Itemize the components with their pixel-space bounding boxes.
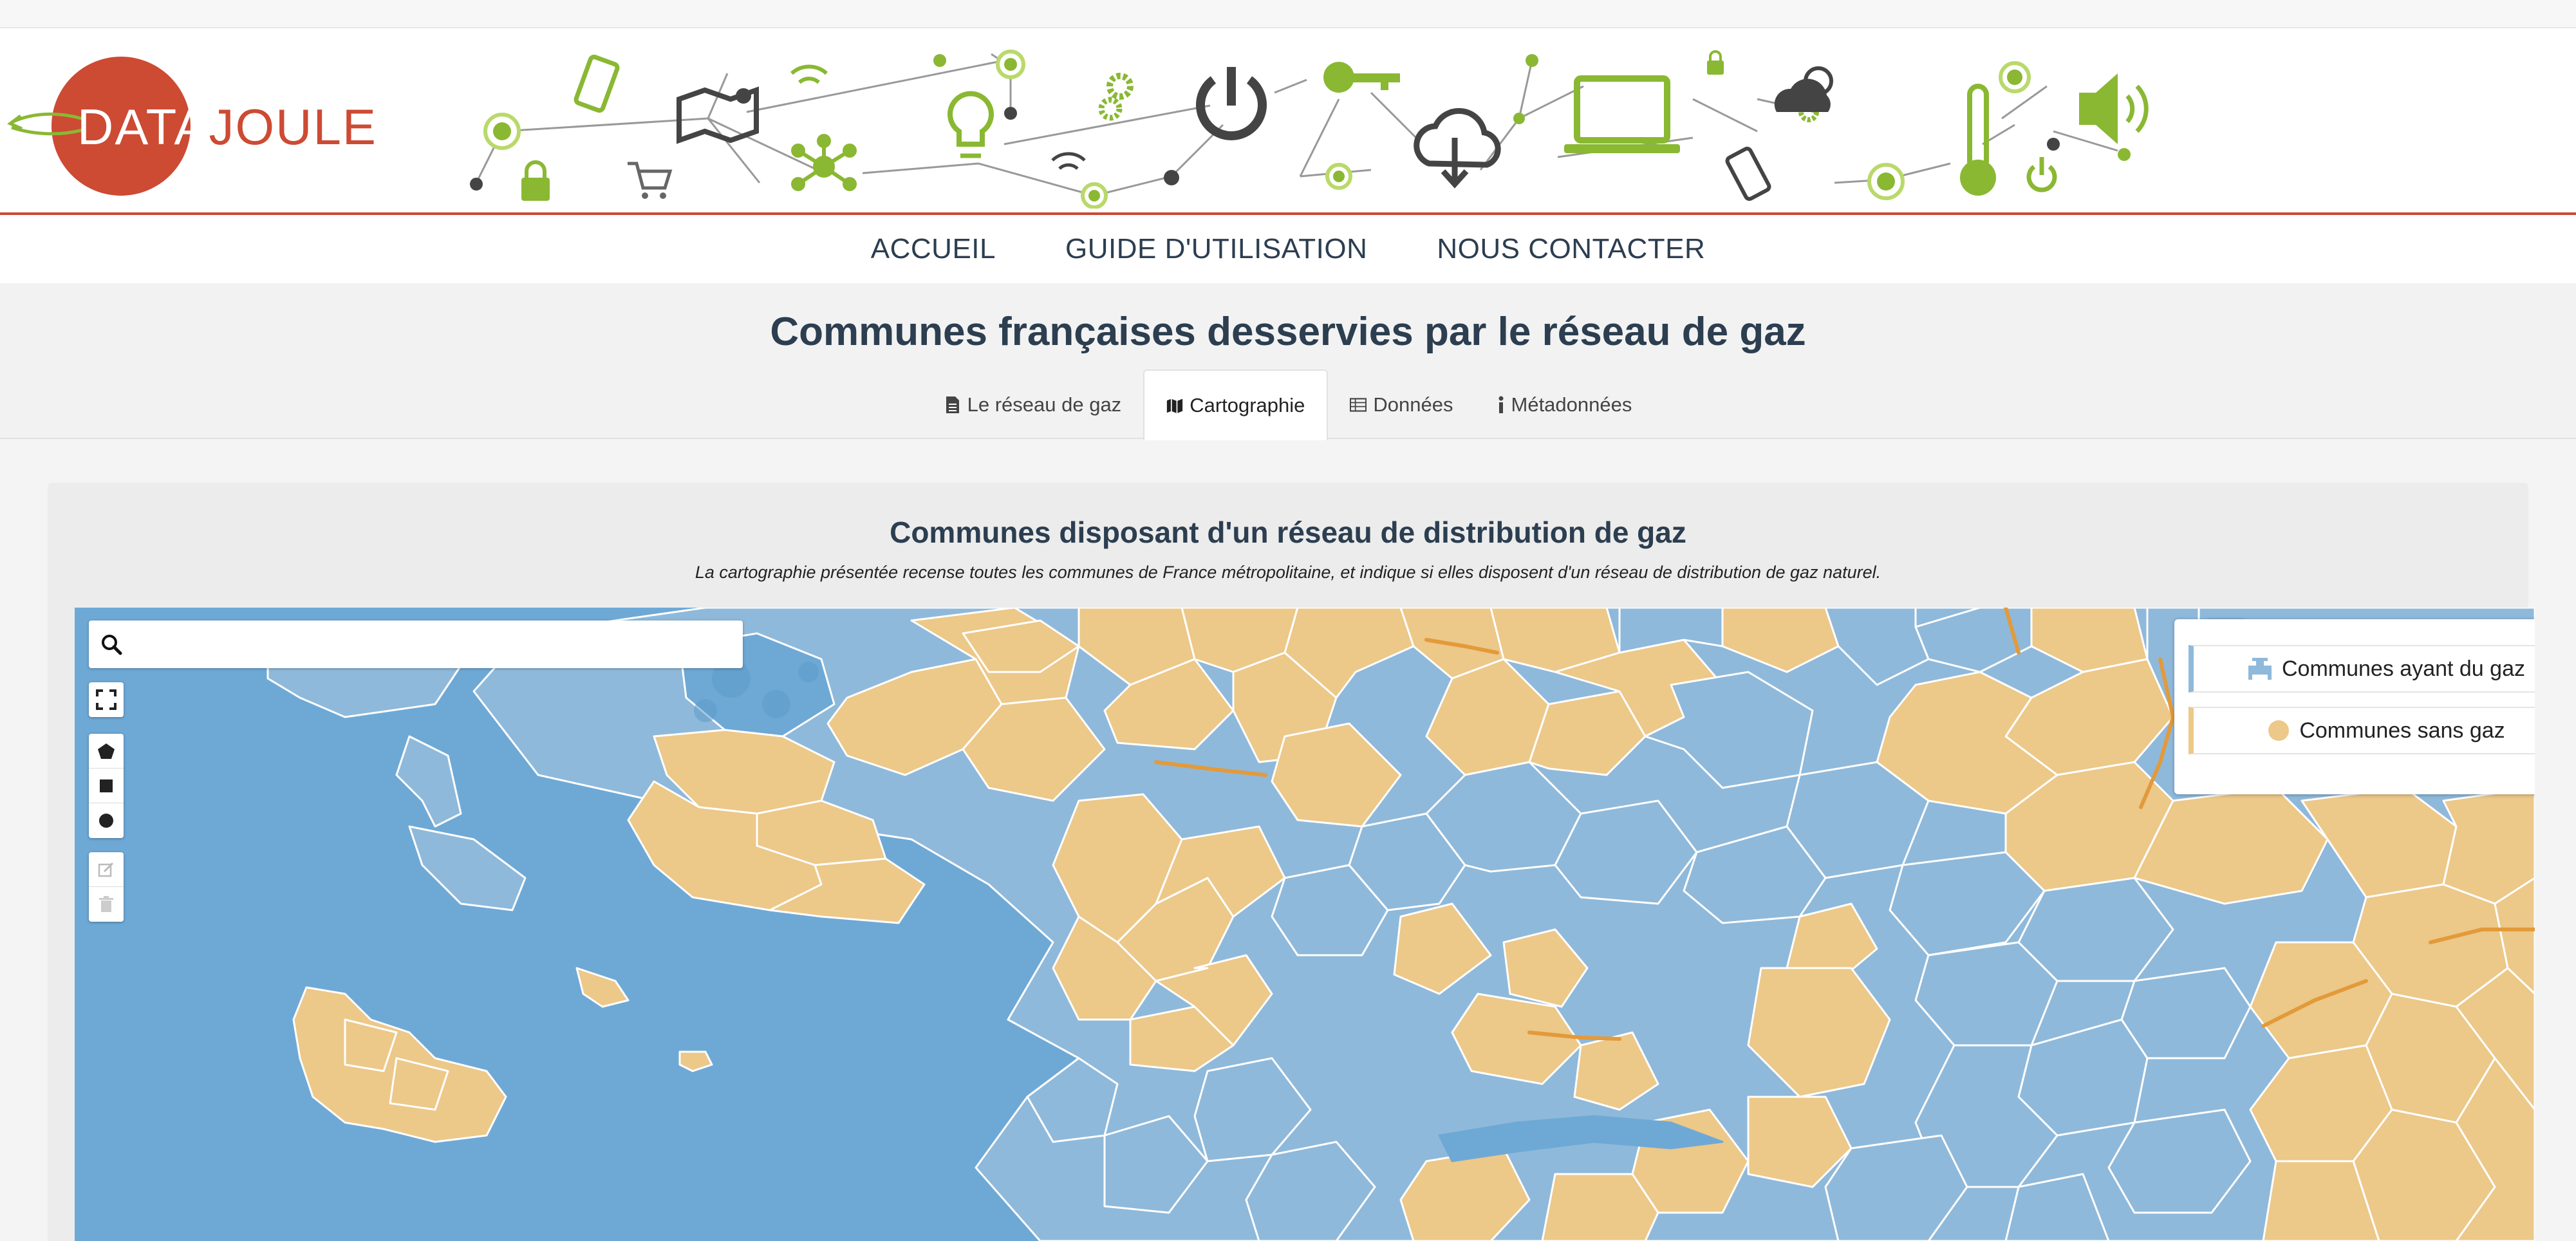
table-icon bbox=[1350, 398, 1367, 412]
iot-banner-illustration bbox=[470, 50, 2149, 209]
circle-icon bbox=[99, 814, 113, 828]
legend-label: Communes ayant du gaz bbox=[2282, 656, 2525, 681]
tab-donnees[interactable]: Données bbox=[1328, 369, 1475, 440]
tab-cartographie[interactable]: Cartographie bbox=[1143, 369, 1329, 440]
tab-reseau-de-gaz[interactable]: Le réseau de gaz bbox=[922, 369, 1144, 440]
map-subtitle: La cartographie présentée recense toutes… bbox=[695, 563, 1881, 582]
main-nav: ACCUEIL GUIDE D'UTILISATION NOUS CONTACT… bbox=[0, 215, 2576, 283]
page: DATAJOULE ACCUEIL GUIDE D'UTILISATION NO… bbox=[0, 0, 2576, 1241]
map-canvas[interactable] bbox=[75, 608, 2535, 1241]
fullscreen-icon bbox=[96, 689, 117, 710]
draw-rectangle-button[interactable] bbox=[89, 769, 124, 803]
polygon-icon bbox=[98, 743, 115, 759]
dot-icon bbox=[2268, 720, 2290, 741]
edit-toolbar bbox=[89, 852, 124, 922]
top-strip bbox=[0, 0, 2576, 28]
legend-item-communes-gaz[interactable]: Communes ayant du gaz bbox=[2189, 645, 2535, 693]
draw-polygon-button[interactable] bbox=[89, 734, 124, 769]
tab-label: Métadonnées bbox=[1511, 393, 1632, 416]
info-icon bbox=[1498, 396, 1503, 413]
tab-label: Cartographie bbox=[1190, 394, 1305, 416]
nav-accueil[interactable]: ACCUEIL bbox=[871, 233, 996, 265]
tab-label: Données bbox=[1373, 393, 1453, 416]
legend-label: Communes sans gaz bbox=[2299, 718, 2505, 743]
draw-toolbar bbox=[89, 734, 124, 838]
delete-layers-button[interactable] bbox=[89, 887, 124, 922]
map-search-input[interactable] bbox=[131, 634, 723, 655]
page-title: Communes françaises desservies par le ré… bbox=[770, 310, 1806, 354]
edit-layers-button[interactable] bbox=[89, 852, 124, 887]
map-title: Communes disposant d'un réseau de distri… bbox=[890, 516, 1686, 549]
nav-guide-utilisation[interactable]: GUIDE D'UTILISATION bbox=[1065, 233, 1367, 265]
fullscreen-button[interactable] bbox=[89, 682, 124, 717]
tab-metadonnees[interactable]: Métadonnées bbox=[1475, 369, 1654, 440]
tab-label: Le réseau de gaz bbox=[967, 393, 1122, 416]
title-section: Communes françaises desservies par le ré… bbox=[0, 283, 2576, 440]
logo-wordmark: DATAJOULE bbox=[77, 98, 377, 155]
fullscreen-control bbox=[89, 682, 124, 717]
search-icon bbox=[102, 635, 122, 655]
logo-arrow-icon bbox=[7, 112, 86, 136]
document-icon bbox=[946, 397, 959, 413]
map-legend: Communes ayant du gaz Communes sans gaz bbox=[2174, 619, 2535, 794]
legend-item-communes-sans-gaz[interactable]: Communes sans gaz bbox=[2189, 707, 2535, 754]
rectangle-icon bbox=[100, 779, 113, 792]
datajoule-logo[interactable]: DATAJOULE bbox=[0, 41, 376, 202]
draw-circle-button[interactable] bbox=[89, 803, 124, 838]
trash-icon bbox=[99, 896, 113, 912]
map-search-bar[interactable] bbox=[89, 620, 743, 668]
nav-nous-contacter[interactable]: NOUS CONTACTER bbox=[1437, 233, 1705, 265]
tab-bar: Le réseau de gaz Cartographie Données Mé… bbox=[0, 368, 2576, 440]
site-header: DATAJOULE bbox=[0, 28, 2576, 215]
gas-pipe-icon bbox=[2248, 658, 2272, 680]
map-icon bbox=[1167, 398, 1183, 414]
commune-map[interactable]: + − Communes ayant du gaz bbox=[75, 608, 2535, 1241]
edit-icon bbox=[98, 862, 114, 877]
